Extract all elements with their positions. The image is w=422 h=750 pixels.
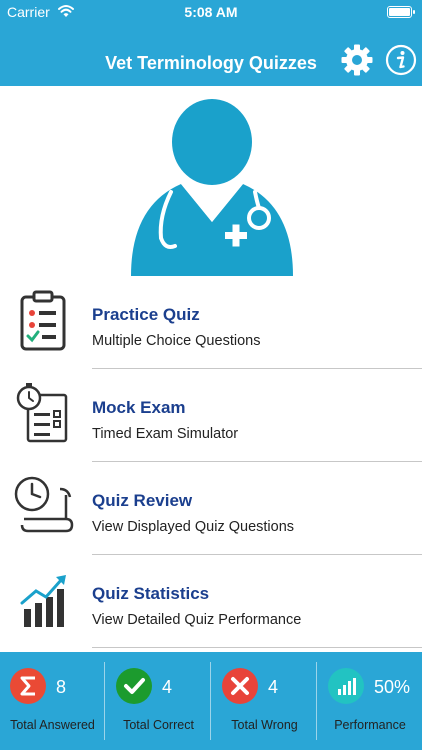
stat-total-answered: 8 Total Answered <box>0 652 105 750</box>
stat-label: Total Wrong <box>231 718 298 732</box>
practice-quiz-button[interactable]: Practice Quiz Multiple Choice Questions <box>0 276 422 369</box>
stat-total-wrong: 4 Total Wrong <box>212 652 317 750</box>
stats-bar: 8 Total Answered 4 Total Correct 4 Total… <box>0 652 422 750</box>
stat-performance: 50% Performance <box>318 652 422 750</box>
bar-chart-icon <box>328 668 364 704</box>
clipboard-checklist-icon <box>20 290 66 351</box>
top-bar: Carrier 5:08 AM Vet Terminology Quizzes <box>0 0 422 86</box>
stat-value: 4 <box>162 677 173 697</box>
sigma-icon <box>10 668 46 704</box>
stat-total-correct: 4 Total Correct <box>106 652 211 750</box>
quiz-review-button[interactable]: Quiz Review View Displayed Quiz Question… <box>0 462 422 555</box>
stat-value: 4 <box>268 677 279 697</box>
bar-chart-icon <box>20 575 66 627</box>
stat-label: Performance <box>334 718 406 732</box>
gear-icon[interactable] <box>340 43 374 77</box>
menu-item-subtitle: Timed Exam Simulator <box>92 426 239 442</box>
quiz-statistics-button[interactable]: Quiz Statistics View Detailed Quiz Perfo… <box>0 555 422 648</box>
divider <box>104 662 105 740</box>
info-icon[interactable] <box>385 44 417 76</box>
divider <box>92 647 422 648</box>
menu-item-title: Practice Quiz <box>92 305 200 324</box>
x-icon <box>222 668 258 704</box>
menu-item-title: Quiz Review <box>92 491 193 510</box>
battery-icon <box>387 6 415 18</box>
menu-item-title: Mock Exam <box>92 398 186 417</box>
status-time: 5:08 AM <box>184 4 238 20</box>
divider <box>316 662 317 740</box>
menu-item-subtitle: View Detailed Quiz Performance <box>92 612 302 628</box>
doctor-avatar-icon <box>131 99 293 276</box>
menu-item-subtitle: Multiple Choice Questions <box>92 333 261 349</box>
mock-exam-button[interactable]: Mock Exam Timed Exam Simulator <box>0 369 422 462</box>
stat-label: Total Correct <box>123 718 194 732</box>
menu-item-subtitle: View Displayed Quiz Questions <box>92 519 295 535</box>
divider <box>210 662 211 740</box>
menu-item-title: Quiz Statistics <box>92 584 210 603</box>
check-icon <box>116 668 152 704</box>
stopwatch-checklist-icon <box>16 383 68 443</box>
clock-scroll-icon <box>14 476 74 533</box>
stat-value: 8 <box>56 677 67 697</box>
stat-value: 50% <box>374 677 411 697</box>
status-bar: Carrier 5:08 AM <box>0 0 422 24</box>
stat-label: Total Answered <box>10 718 95 732</box>
